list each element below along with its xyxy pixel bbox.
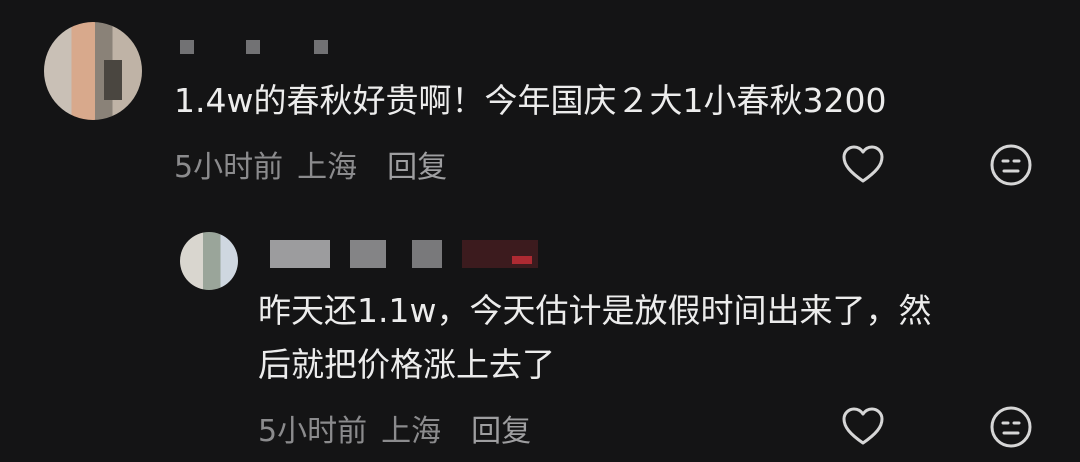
reply-location: 上海 bbox=[381, 414, 442, 449]
heart-icon[interactable] bbox=[840, 142, 886, 188]
reply-button[interactable]: 回复 bbox=[387, 142, 447, 186]
comment-time: 5小时前 bbox=[174, 150, 284, 185]
emoji-icon[interactable] bbox=[988, 404, 1034, 450]
reply-time: 5小时前 bbox=[258, 414, 368, 449]
reply-text-line: 后就把价格涨上去了 bbox=[258, 345, 555, 384]
username-blurred[interactable] bbox=[180, 40, 328, 54]
avatar[interactable] bbox=[44, 22, 142, 120]
comment-meta: 5小时前 上海 回复 bbox=[174, 142, 447, 186]
emoji-icon[interactable] bbox=[988, 142, 1034, 188]
avatar[interactable] bbox=[180, 232, 238, 290]
comment-text: 1.4w的春秋好贵啊！今年国庆２大1小春秋3200 bbox=[174, 81, 887, 120]
heart-icon[interactable] bbox=[840, 404, 886, 450]
reply-button[interactable]: 回复 bbox=[471, 406, 531, 450]
reply-text: 昨天还1.1w，今天估计是放假时间出来了，然 后就把价格涨上去了 bbox=[258, 284, 931, 392]
username-blurred[interactable] bbox=[270, 240, 538, 268]
comment-location: 上海 bbox=[297, 150, 358, 185]
reply-text-line: 昨天还1.1w，今天估计是放假时间出来了，然 bbox=[258, 291, 932, 330]
reply-meta: 5小时前 上海 回复 bbox=[258, 406, 531, 450]
